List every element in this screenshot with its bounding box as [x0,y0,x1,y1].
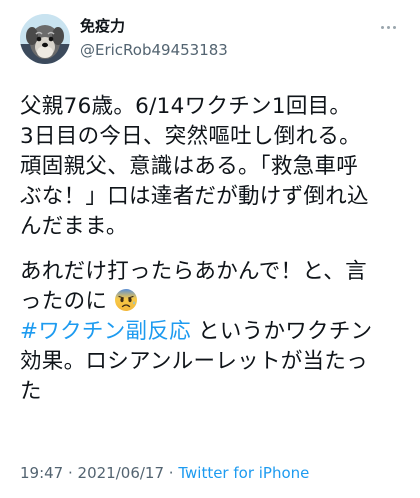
more-options-icon[interactable] [376,18,400,36]
tweet-line: 父親76歳。6/14ワクチン1回目。 [20,94,352,119]
tweet-card: 免疫力 @EricRob49453183 父親76歳。6/14ワクチン1回目。 … [0,0,420,498]
tweet-source-link[interactable]: Twitter for iPhone [178,464,309,482]
tweet-time[interactable]: 19:47 [20,464,63,482]
tweet-date[interactable]: 2021/06/17 [78,464,164,482]
more-dot [392,25,396,29]
tweet-line: ぶな！」口は達者だが動けず倒れ込 [20,184,369,209]
tweet-line: ったのに [20,287,404,317]
tweet-header: 免疫力 @EricRob49453183 [20,14,400,70]
more-dot [380,25,384,29]
tweet-line: た [20,379,42,404]
hashtag-link[interactable]: #ワクチン副反応 [20,319,191,344]
tweet-line: あれだけ打ったらあかんで！と、言 [20,259,367,284]
tweet-line: #ワクチン副反応 というかワクチン [20,317,404,347]
user-names: 免疫力 @EricRob49453183 [80,16,228,61]
display-name[interactable]: 免疫力 [80,16,228,36]
tweet-meta: 19:47 · 2021/06/17 · Twitter for iPhone [20,463,309,483]
meta-separator: · [164,464,179,482]
tweet-line-text: ったのに [20,289,108,314]
tweet-line: んだまま。 [20,214,128,239]
tweet-line-text: というかワクチン [190,319,373,344]
meta-separator: · [63,464,78,482]
tweet-line: 3日目の今日、突然嘔吐し倒れる。 [20,124,361,149]
tweet-line: 効果。ロシアンルーレットが当たっ [20,349,368,374]
avatar[interactable] [20,14,70,64]
more-dot [386,25,390,29]
tweet-text: 父親76歳。6/14ワクチン1回目。 3日目の今日、突然嘔吐し倒れる。 頑固親父… [20,92,404,422]
dog-avatar-icon [20,14,70,64]
tweet-line: 頑固親父、意識はある。「救急車呼 [20,154,359,179]
tweet-paragraph-1: 父親76歳。6/14ワクチン1回目。 3日目の今日、突然嘔吐し倒れる。 頑固親父… [20,92,404,242]
tweet-paragraph-2: あれだけ打ったらあかんで！と、言 ったのに #ワクチン副反応 というかワクチン … [20,257,404,407]
user-handle[interactable]: @EricRob49453183 [80,39,228,61]
fearful-face-emoji-icon [115,289,138,311]
